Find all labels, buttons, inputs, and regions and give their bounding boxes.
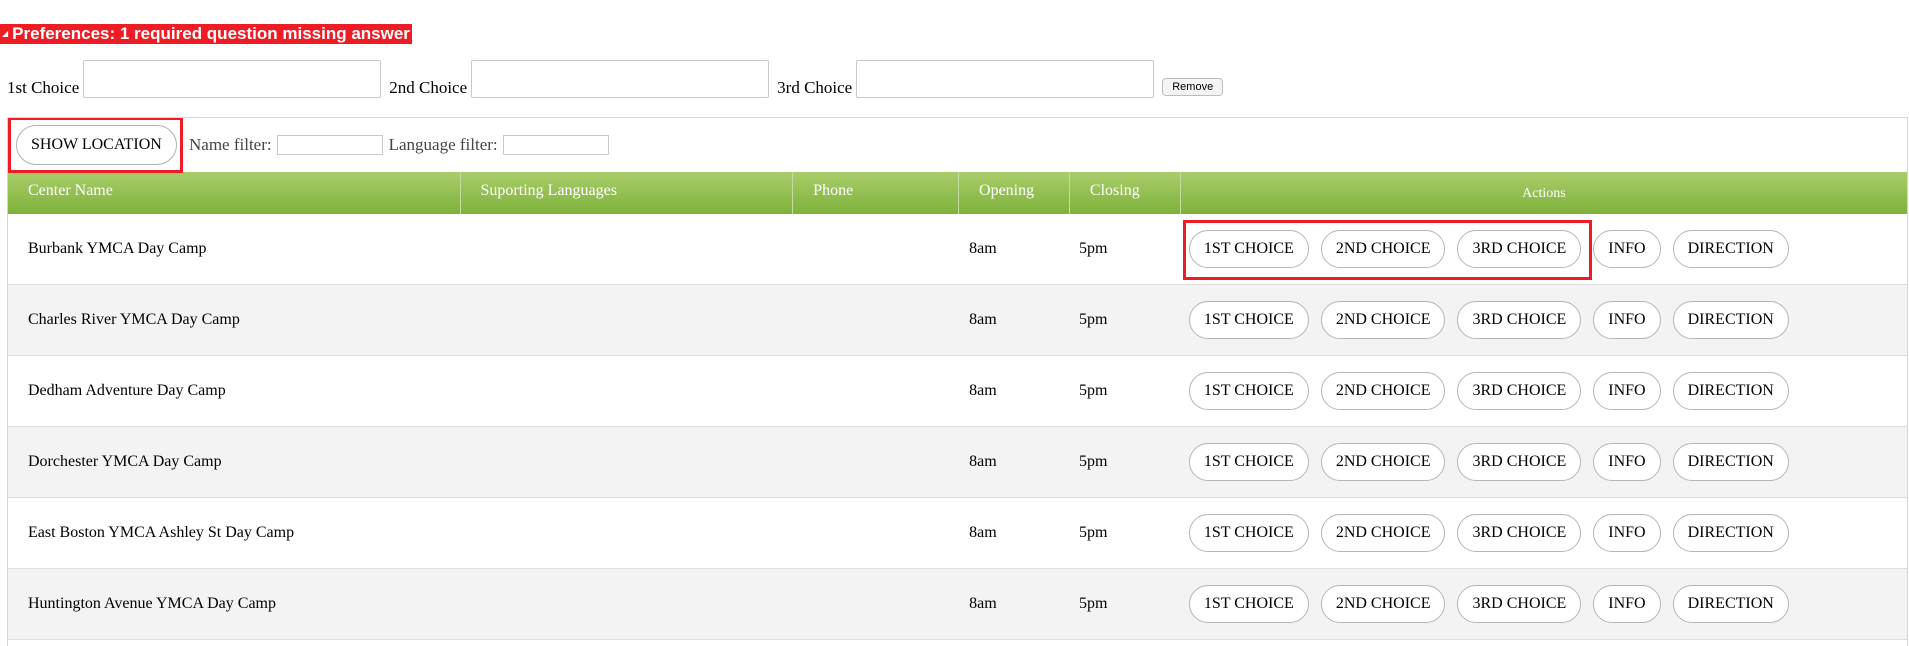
column-header-actions: Actions (1522, 186, 1566, 201)
closing-cell: 5pm (1078, 311, 1108, 328)
opening-cell: 8am (969, 524, 997, 541)
info-button[interactable]: INFO (1593, 514, 1661, 552)
table-row: Dorchester YMCA Day Camp 8am 5pm 1ST CHOICE… (8, 427, 1907, 498)
center-name-cell: East Boston YMCA Ashley St Day Camp (28, 524, 295, 541)
table-row: Huntington Avenue YMCA Day Camp 8am 5pm 1ST… (8, 569, 1907, 640)
centers-table: SHOW LOCATION Name filter: Language filt… (7, 117, 1908, 646)
info-button[interactable]: INFO (1593, 585, 1661, 623)
language-filter-input[interactable] (502, 135, 609, 155)
first-choice-button[interactable]: 1ST CHOICE (1188, 372, 1309, 410)
choice-2-field[interactable] (471, 60, 770, 98)
opening-cell: 8am (969, 595, 997, 612)
opening-cell: 8am (969, 240, 997, 257)
table-row: Charles River YMCA Day Camp 8am 5pm 1ST CHO… (8, 285, 1907, 356)
show-location-button[interactable]: SHOW LOCATION (16, 125, 177, 165)
third-choice-button[interactable]: 3RD CHOICE (1457, 514, 1582, 552)
choice-row: 1st Choice 2nd Choice 3rd Choice Remove (7, 54, 1224, 98)
info-button[interactable]: INFO (1593, 372, 1661, 410)
first-choice-button[interactable]: 1ST CHOICE (1188, 230, 1309, 268)
info-button[interactable]: INFO (1593, 230, 1661, 268)
second-choice-button[interactable]: 2ND CHOICE (1320, 230, 1446, 268)
show-location-highlight: SHOW LOCATION (8, 118, 183, 173)
choice-2-label: 2nd Choice (389, 78, 468, 97)
direction-button[interactable]: DIRECTION (1672, 301, 1789, 339)
center-name-cell: Huntington Avenue YMCA Day Camp (28, 595, 276, 612)
center-name-cell: Burbank YMCA Day Camp (28, 240, 207, 257)
actions-cell: 1ST CHOICE 2ND CHOICE 3RD CHOICE INFO DIRECT… (1169, 585, 1907, 623)
column-header-closing[interactable]: Closing (1070, 172, 1181, 214)
filter-bar: SHOW LOCATION Name filter: Language filt… (8, 118, 1907, 173)
remove-button[interactable]: Remove (1162, 78, 1224, 96)
first-choice-button[interactable]: 1ST CHOICE (1188, 585, 1309, 623)
first-choice-button[interactable]: 1ST CHOICE (1188, 301, 1309, 339)
name-filter-input[interactable] (276, 135, 383, 155)
table-body: Burbank YMCA Day Camp 8am 5pm 1ST CHOICE 2ND… (8, 214, 1907, 640)
table-header: Center Name Suporting Languages Phone Op… (8, 172, 1907, 214)
actions-cell: 1ST CHOICE 2ND CHOICE 3RD CHOICE INFO DIRECT… (1169, 372, 1907, 410)
choice-1-label: 1st Choice (7, 78, 80, 97)
first-choice-button[interactable]: 1ST CHOICE (1188, 514, 1309, 552)
actions-cell: 1ST CHOICE 2ND CHOICE 3RD CHOICE INFO DIRECT… (1169, 301, 1907, 339)
third-choice-button[interactable]: 3RD CHOICE (1457, 301, 1582, 339)
column-header-opening[interactable]: Opening (959, 172, 1070, 214)
column-header-phone[interactable]: Phone (793, 172, 960, 214)
choice-1-field[interactable] (83, 60, 382, 98)
opening-cell: 8am (969, 311, 997, 328)
closing-cell: 5pm (1078, 240, 1108, 257)
opening-cell: 8am (969, 382, 997, 399)
table-row: Burbank YMCA Day Camp 8am 5pm 1ST CHOICE 2ND… (8, 214, 1907, 285)
choice-3-label: 3rd Choice (777, 78, 853, 97)
preferences-banner-text: Preferences: 1 required question missing… (12, 24, 410, 43)
center-name-cell: Dorchester YMCA Day Camp (28, 453, 222, 470)
info-button[interactable]: INFO (1593, 443, 1661, 481)
third-choice-button[interactable]: 3RD CHOICE (1457, 230, 1582, 268)
closing-cell: 5pm (1078, 453, 1108, 470)
center-name-cell: Dedham Adventure Day Camp (28, 382, 226, 399)
preferences-banner[interactable]: ◢ Preferences: 1 required question missi… (0, 24, 412, 44)
actions-cell: 1ST CHOICE 2ND CHOICE 3RD CHOICE INFO DIRECT… (1169, 443, 1907, 481)
direction-button[interactable]: DIRECTION (1672, 443, 1789, 481)
collapse-triangle-icon: ◢ (2, 29, 9, 38)
second-choice-button[interactable]: 2ND CHOICE (1320, 372, 1446, 410)
name-filter-label: Name filter: (189, 135, 272, 154)
closing-cell: 5pm (1078, 595, 1108, 612)
language-filter-label: Language filter: (388, 135, 498, 154)
center-name-cell: Charles River YMCA Day Camp (28, 311, 240, 328)
actions-cell: 1ST CHOICE 2ND CHOICE 3RD CHOICE INFO DIRECT… (1169, 514, 1907, 552)
second-choice-button[interactable]: 2ND CHOICE (1320, 443, 1446, 481)
first-choice-button[interactable]: 1ST CHOICE (1188, 443, 1309, 481)
second-choice-button[interactable]: 2ND CHOICE (1320, 514, 1446, 552)
column-header-center-name[interactable]: Center Name (8, 172, 461, 214)
second-choice-button[interactable]: 2ND CHOICE (1320, 301, 1446, 339)
closing-cell: 5pm (1078, 382, 1108, 399)
third-choice-button[interactable]: 3RD CHOICE (1457, 443, 1582, 481)
second-choice-button[interactable]: 2ND CHOICE (1320, 585, 1446, 623)
direction-button[interactable]: DIRECTION (1672, 372, 1789, 410)
opening-cell: 8am (969, 453, 997, 470)
third-choice-button[interactable]: 3RD CHOICE (1457, 372, 1582, 410)
table-row: East Boston YMCA Ashley St Day Camp 8am 5p… (8, 498, 1907, 569)
third-choice-button[interactable]: 3RD CHOICE (1457, 585, 1582, 623)
table-row: Dedham Adventure Day Camp 8am 5pm 1ST CHOIC… (8, 356, 1907, 427)
direction-button[interactable]: DIRECTION (1672, 230, 1789, 268)
direction-button[interactable]: DIRECTION (1672, 514, 1789, 552)
column-header-languages[interactable]: Suporting Languages (461, 172, 794, 214)
info-button[interactable]: INFO (1593, 301, 1661, 339)
direction-button[interactable]: DIRECTION (1672, 585, 1789, 623)
choice-3-field[interactable] (856, 60, 1155, 98)
closing-cell: 5pm (1078, 524, 1108, 541)
actions-cell: 1ST CHOICE 2ND CHOICE 3RD CHOICE INFO DIRECT… (1169, 220, 1907, 280)
